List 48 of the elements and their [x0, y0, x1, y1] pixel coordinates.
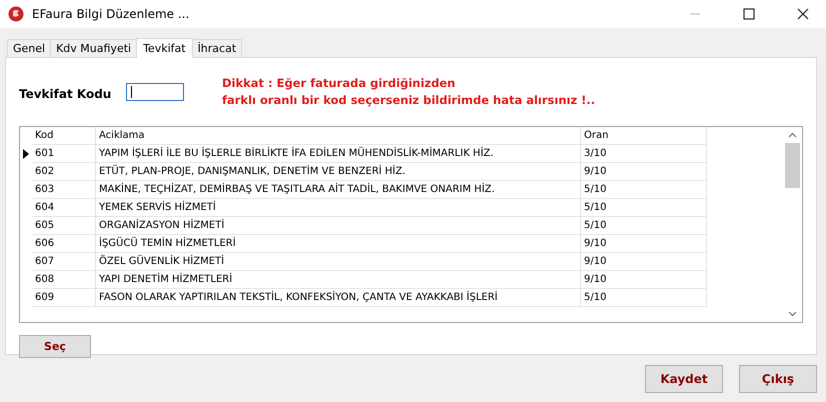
scroll-up-icon[interactable]: [788, 132, 797, 138]
maximize-icon[interactable]: [743, 8, 755, 20]
window-title: EFaura Bilgi Düzenleme ...: [32, 7, 190, 21]
scroll-thumb[interactable]: [785, 143, 800, 188]
table-cell: 604: [32, 199, 96, 217]
table-cell: YAPIM İŞLERİ İLE BU İŞLERLE BİRLİKTE İFA EDİLEN MÜHENDİSLİK-MİMARLIK HİZ.: [96, 145, 581, 163]
table-cell: 5/10: [581, 217, 707, 235]
table-cell: 5/10: [581, 199, 707, 217]
scroll-down-icon[interactable]: [788, 311, 797, 317]
action-button[interactable]: Çıkış: [739, 365, 817, 393]
table-cell: 609: [32, 289, 96, 307]
field-label: Tevkifat Kodu: [19, 87, 112, 101]
table-cell: ETÜT, PLAN-PROJE, DANIŞMANLIK, DENETİM VE BENZERİ HİZ.: [96, 163, 581, 181]
table-cell: 605: [32, 217, 96, 235]
table-cell: ÖZEL GÜVENLİK HİZMETİ: [96, 253, 581, 271]
table-cell: YEMEK SERVİS HİZMETİ: [96, 199, 581, 217]
tab[interactable]: İhracat: [192, 39, 242, 57]
code-input-field[interactable]: [126, 83, 184, 101]
column-header[interactable]: Kod: [32, 127, 96, 145]
table-cell: 608: [32, 271, 96, 289]
table-cell: MAKİNE, TEÇHİZAT, DEMİRBAŞ VE TAŞITLARA AİT TADİL, BAKIMVE ONARIM HİZ.: [96, 181, 581, 199]
select-button[interactable]: Seç: [19, 335, 91, 358]
table-cell: 5/10: [581, 181, 707, 199]
table-cell: 602: [32, 163, 96, 181]
table-cell: 3/10: [581, 145, 707, 163]
table-cell: 607: [32, 253, 96, 271]
app-logo-icon: [8, 6, 24, 22]
close-icon[interactable]: [797, 8, 809, 20]
table-cell: 9/10: [581, 271, 707, 289]
table-cell: 9/10: [581, 253, 707, 271]
table-cell: 5/10: [581, 289, 707, 307]
action-button[interactable]: Kaydet: [645, 365, 723, 393]
table-cell: 606: [32, 235, 96, 253]
table-cell: 9/10: [581, 163, 707, 181]
table-cell: FASON OLARAK YAPTIRILAN TEKSTİL, KONFEKSİYON, ÇANTA VE AYAKKABI İŞLERİ: [96, 289, 581, 307]
table-cell: 9/10: [581, 235, 707, 253]
warning-text: Dikkat : Eğer faturada girdiğinizden: [222, 75, 456, 92]
tab[interactable]: Genel: [7, 39, 52, 57]
table-cell: 603: [32, 181, 96, 199]
tab[interactable]: Kdv Muafiyeti: [50, 39, 138, 57]
column-header[interactable]: Oran: [581, 127, 707, 145]
table-cell: İŞGÜCÜ TEMİN HİZMETLERİ: [96, 235, 581, 253]
table-cell: ORGANİZASYON HİZMETİ: [96, 217, 581, 235]
warning-text: farklı oranlı bir kod seçerseniz bildirimde hata alırsınız !..: [222, 92, 596, 109]
tab[interactable]: Tevkifat: [136, 38, 193, 58]
table-cell: 601: [32, 145, 96, 163]
table-cell: YAPI DENETİM HİZMETLERİ: [96, 271, 581, 289]
column-header[interactable]: Aciklama: [96, 127, 581, 145]
